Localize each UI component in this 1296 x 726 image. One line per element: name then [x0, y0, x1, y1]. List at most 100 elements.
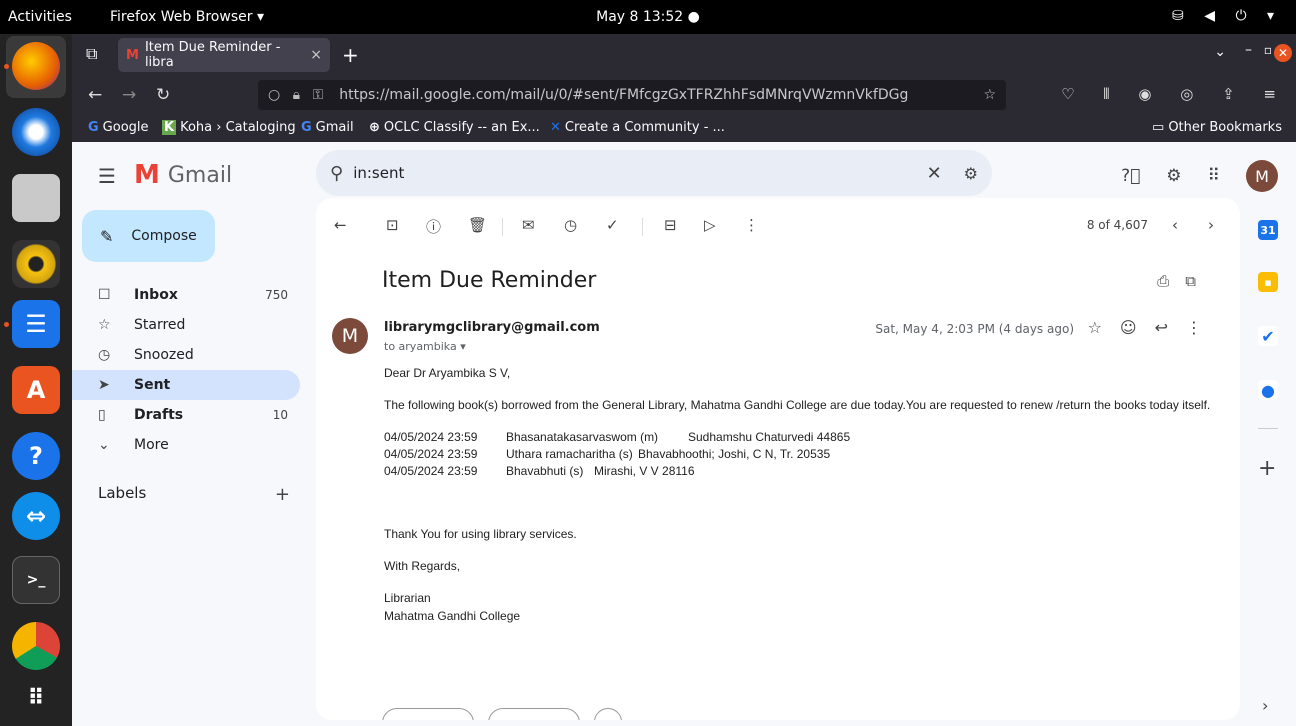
app-center-icon[interactable]: A	[12, 366, 60, 414]
forward-icon[interactable]: →	[122, 85, 136, 105]
label-icon[interactable]: ▷	[704, 216, 716, 234]
thunderbird-icon[interactable]	[12, 108, 60, 156]
bookmark-gmail[interactable]: G Gmail	[301, 120, 354, 135]
header-actions: ?⃝ ⚙ ⠿ M	[1121, 160, 1278, 192]
star-icon[interactable]: ☆	[1088, 318, 1120, 337]
calendar-icon[interactable]: 31	[1258, 220, 1278, 240]
more-vert-icon[interactable]: ⋮	[1186, 318, 1220, 337]
settings-icon[interactable]: ⚙	[1166, 166, 1181, 186]
thanks-line: Thank You for using library services.	[384, 527, 577, 541]
sidebar-item-label: Inbox	[134, 287, 178, 303]
sender-email[interactable]: librarymgclibrary@gmail.com	[384, 320, 600, 335]
tasks-icon[interactable]: ✔	[1258, 326, 1278, 346]
print-icon[interactable]: ⎙	[1157, 272, 1185, 290]
window-close-icon[interactable]: ✕	[1274, 44, 1292, 62]
chrome-icon[interactable]	[12, 622, 60, 670]
bookmark-create-community[interactable]: ✕ Create a Community - ...	[550, 120, 725, 135]
forward-button[interactable]	[488, 708, 580, 720]
sidebar-item-sent[interactable]: ➤ Sent	[72, 370, 300, 400]
search-bar[interactable]: ⚲ in:sent ✕ ⚙︎	[316, 150, 992, 196]
search-options-icon[interactable]: ⚙︎	[964, 164, 978, 183]
search-icon[interactable]: ⚲	[330, 163, 343, 184]
emoji-react-icon[interactable]: ☺	[1120, 318, 1155, 337]
book-author: Bhavabhoothi; Joshi, C N, Tr. 20535	[638, 447, 831, 461]
show-apps-icon[interactable]: ⠿	[12, 674, 60, 722]
main-menu-icon[interactable]: ☰	[98, 164, 116, 188]
reply-icon[interactable]: ↩	[1155, 318, 1186, 337]
sender-avatar[interactable]: M	[332, 318, 368, 354]
firefox-icon[interactable]	[12, 42, 60, 90]
tab-close-icon[interactable]: ×	[310, 47, 322, 63]
minimize-icon[interactable]: –	[1245, 42, 1252, 58]
contacts-icon[interactable]: ●	[1258, 380, 1278, 400]
clock[interactable]: May 8 13:52 ●	[0, 9, 1296, 25]
writer-icon[interactable]: ☰	[12, 300, 60, 348]
maximize-icon[interactable]: ▫	[1264, 43, 1272, 57]
url-bar[interactable]: ○ 🔒︎ ⚿ https://mail.google.com/mail/u/0/…	[258, 80, 1006, 110]
archive-icon[interactable]: ⊡	[386, 216, 399, 234]
support-icon[interactable]: ?⃝	[1121, 166, 1140, 186]
files-icon[interactable]	[12, 174, 60, 222]
snooze-icon[interactable]: ◷	[564, 216, 577, 234]
message-body: Dear Dr Aryambika S V, The following boo…	[384, 364, 1214, 625]
due-books-list: 04/05/2024 23:59 Bhasanatakasarvaswom (m…	[384, 428, 1214, 479]
message-view: ← ⊡ ⓘ 🗑︎ ✉ ◷ ✓ ⊟ ▷ ⋮ 8 of 4,607 ‹ › Item…	[316, 198, 1240, 720]
add-to-tasks-icon[interactable]: ✓	[606, 216, 619, 234]
bookmark-koha[interactable]: K Koha › Cataloging	[162, 120, 296, 135]
apps-grid-icon[interactable]: ⠿	[1208, 166, 1220, 186]
more-options-icon[interactable]: ⋮	[744, 216, 759, 234]
older-icon[interactable]: ›	[1208, 216, 1214, 234]
sidebar-item-starred[interactable]: ☆ Starred	[72, 310, 300, 340]
open-in-new-window-icon[interactable]: ⧉	[1185, 272, 1212, 290]
unread-count: 750	[265, 288, 288, 302]
newer-icon[interactable]: ‹	[1172, 216, 1178, 234]
new-tab-button[interactable]: +	[342, 43, 359, 67]
get-addons-icon[interactable]: +	[1258, 456, 1276, 481]
sidebar-item-snoozed[interactable]: ◷ Snoozed	[72, 340, 300, 370]
back-icon[interactable]: ←	[88, 85, 102, 105]
mark-unread-icon[interactable]: ✉	[522, 216, 535, 234]
sidebar-item-more[interactable]: ⌄ More	[72, 430, 300, 460]
compose-button[interactable]: ✎ Compose	[82, 210, 215, 262]
show-side-panel-icon[interactable]: ›	[1262, 696, 1268, 715]
bookmark-star-icon[interactable]: ☆	[983, 87, 996, 103]
back-to-sent-icon[interactable]: ←	[334, 216, 347, 234]
subject-actions: ⎙⧉	[1157, 272, 1212, 290]
recipient-details[interactable]: to aryambika ▾	[384, 340, 466, 353]
book-author: Mirashi, V V 28116	[594, 464, 695, 478]
clear-search-icon[interactable]: ✕	[927, 163, 942, 184]
gmail-logo[interactable]: M Gmail	[134, 160, 232, 190]
sidebar-item-label: Snoozed	[134, 347, 194, 363]
gmail-favicon-icon: M	[126, 47, 139, 63]
delete-icon[interactable]: 🗑︎	[468, 216, 487, 234]
bookmark-oclc[interactable]: ⊕ OCLC Classify -- an Ex...	[369, 120, 540, 135]
toolbar-icons[interactable]: ♡ ⫴ ◉ ◎ ⇪ ≡	[1061, 85, 1288, 103]
bookmark-google[interactable]: G Google	[88, 120, 149, 135]
other-bookmarks[interactable]: ▭ Other Bookmarks	[1152, 120, 1282, 135]
tab-list-icon[interactable]: ⧉	[86, 44, 97, 64]
keep-icon[interactable]: ▪	[1258, 272, 1278, 292]
book-title: Bhasanatakasarvaswom (m)	[506, 430, 659, 444]
url-text[interactable]: https://mail.google.com/mail/u/0/#sent/F…	[339, 87, 908, 103]
teamviewer-icon[interactable]: ⇔	[12, 492, 60, 540]
account-avatar[interactable]: M	[1246, 160, 1278, 192]
terminal-icon[interactable]: >_	[12, 556, 60, 604]
sidebar-item-drafts[interactable]: ▯ Drafts 10	[72, 400, 300, 430]
compose-label: Compose	[131, 228, 197, 244]
pagination-text: 8 of 4,607	[1086, 218, 1148, 232]
tab-item-due-reminder[interactable]: M Item Due Reminder - libra ×	[118, 38, 330, 72]
emoji-button[interactable]	[594, 708, 622, 720]
koha-icon: K	[162, 120, 177, 135]
sidebar-item-inbox[interactable]: ☐ Inbox 750	[72, 280, 300, 310]
system-tray[interactable]: ⛁ ◀ ⏻ ▾	[1172, 8, 1282, 24]
site-info-icon[interactable]: ○ 🔒︎ ⚿	[268, 87, 327, 103]
move-to-icon[interactable]: ⊟	[664, 216, 677, 234]
create-label-icon[interactable]: +	[275, 484, 290, 505]
list-all-tabs-icon[interactable]: ⌄	[1214, 44, 1226, 60]
help-icon[interactable]: ?	[12, 432, 60, 480]
reply-button[interactable]	[382, 708, 474, 720]
search-input[interactable]: in:sent	[353, 164, 404, 182]
rhythmbox-icon[interactable]	[12, 240, 60, 288]
reload-icon[interactable]: ↻	[156, 85, 170, 105]
report-spam-icon[interactable]: ⓘ	[426, 216, 441, 237]
